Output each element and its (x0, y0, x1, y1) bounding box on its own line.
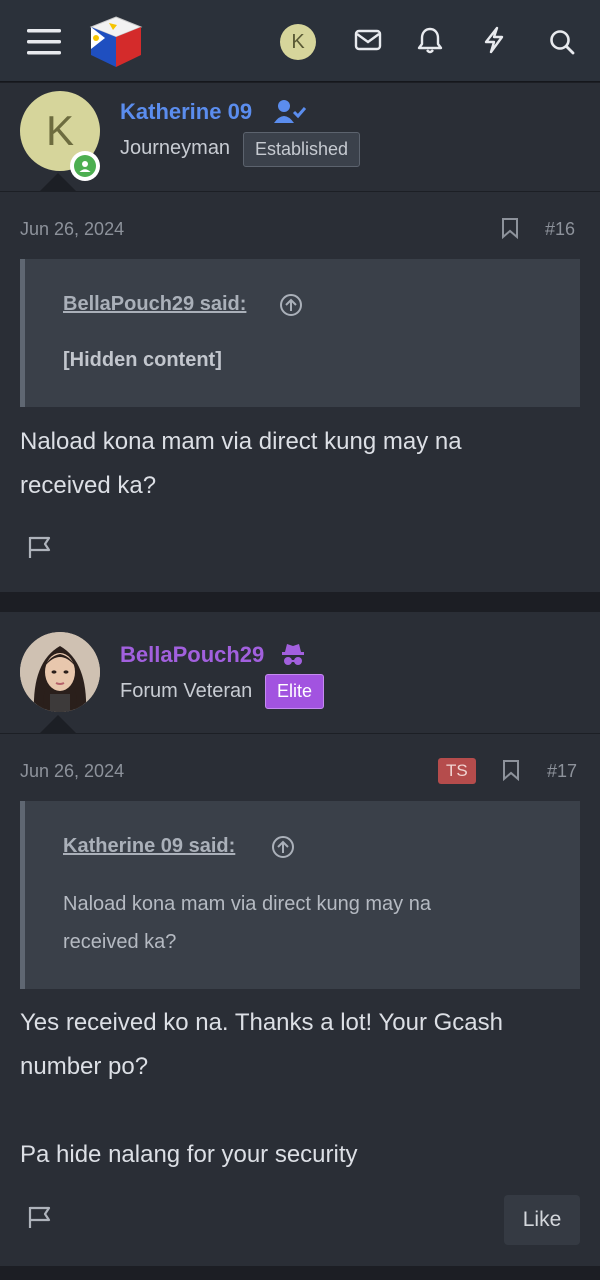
bookmark-icon[interactable] (500, 217, 520, 240)
bell-icon[interactable] (412, 22, 448, 58)
jump-to-quote-icon[interactable] (279, 293, 303, 317)
post-message: Yes received ko na. Thanks a lot! Your G… (20, 1001, 580, 1177)
quote-content: Naload kona mam via direct kung may na r… (63, 885, 431, 961)
lightning-icon[interactable] (476, 22, 512, 58)
user-title: Journeyman (120, 137, 231, 159)
avatar[interactable] (20, 632, 100, 712)
user-title: Forum Veteran (120, 680, 253, 702)
search-icon[interactable] (542, 22, 582, 62)
verified-user-icon (274, 99, 307, 130)
message-arrow (40, 173, 76, 191)
report-flag-icon[interactable] (27, 1204, 53, 1230)
quote-line: received ka? (63, 931, 177, 953)
quote-author-link[interactable]: BellaPouch29 said: (63, 293, 246, 316)
report-flag-icon[interactable] (27, 534, 53, 560)
post-message: Naload kona mam via direct kung may na r… (20, 420, 580, 508)
post-message-line: Naload kona mam via direct kung may na (20, 428, 462, 455)
post-message-line: received ka? (20, 472, 157, 499)
post-number[interactable]: #17 (547, 761, 577, 782)
like-button[interactable]: Like (504, 1195, 580, 1245)
quote-block: Katherine 09 said: Naload kona mam via d… (20, 801, 580, 989)
post-date[interactable]: Jun 26, 2024 (20, 219, 124, 240)
post-message-line: number po? (20, 1053, 149, 1080)
user-banner-badge: Established (243, 132, 361, 167)
hamburger-icon[interactable] (22, 20, 66, 64)
jump-to-quote-icon[interactable] (271, 835, 295, 859)
mail-icon[interactable] (350, 22, 386, 58)
post-17-body: Jun 26, 2024 TS #17 Katherine 09 said: N… (0, 734, 600, 1266)
top-navigation-bar: K (0, 0, 600, 82)
post-16-body: Jun 26, 2024 #16 BellaPouch29 said: [Hid… (0, 192, 600, 592)
post-number[interactable]: #16 (545, 219, 575, 240)
post-message-line: Yes received ko na. Thanks a lot! Your G… (20, 1009, 503, 1036)
quote-block: BellaPouch29 said: [Hidden content] (20, 259, 580, 407)
user-banner-badge: Elite (265, 674, 325, 709)
bookmark-icon[interactable] (501, 759, 521, 782)
message-arrow (40, 715, 76, 733)
username[interactable]: BellaPouch29 (120, 642, 264, 668)
post-separator (0, 592, 600, 612)
post-16-user-header: K Katherine 09 Journeyman Established (0, 83, 600, 191)
quote-line: Naload kona mam via direct kung may na (63, 893, 431, 915)
post-message-line: Pa hide nalang for your security (20, 1141, 358, 1168)
quote-author-link[interactable]: Katherine 09 said: (63, 835, 235, 858)
post-date[interactable]: Jun 26, 2024 (20, 761, 124, 782)
post-17-user-header: BellaPouch29 Forum Veteran Elite (0, 612, 600, 733)
thread-starter-badge: TS (438, 758, 476, 784)
quote-content: [Hidden content] (63, 349, 222, 371)
username[interactable]: Katherine 09 (120, 99, 252, 125)
account-avatar[interactable]: K (280, 24, 316, 60)
incognito-icon (281, 642, 305, 673)
site-logo[interactable] (86, 12, 146, 72)
